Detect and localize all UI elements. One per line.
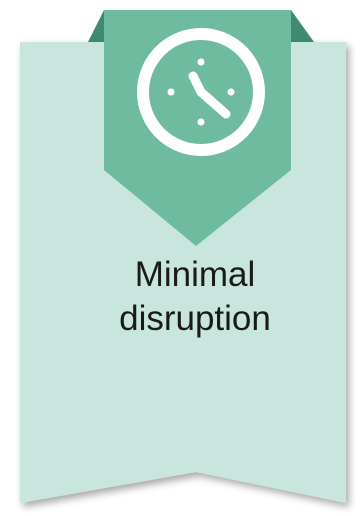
- caption-line-1: Minimal: [134, 255, 256, 294]
- banner-fold-left: [88, 10, 104, 42]
- card-caption: Minimal disruption: [60, 253, 330, 341]
- banner-fold-right: [291, 10, 314, 42]
- caption-line-2: disruption: [119, 299, 271, 338]
